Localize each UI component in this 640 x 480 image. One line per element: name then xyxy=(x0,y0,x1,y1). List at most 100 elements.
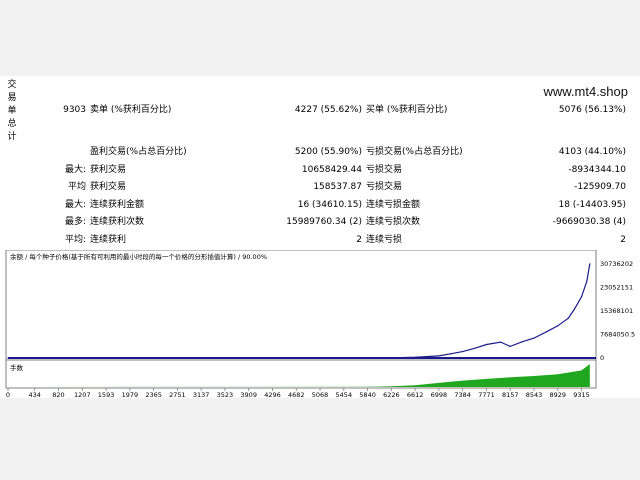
volume-subchart-label: 手数 xyxy=(10,363,24,372)
max-prefix: 最大: xyxy=(64,200,86,210)
balance-point xyxy=(462,350,464,353)
x-tick-label: 4682 xyxy=(288,391,305,399)
average-prefix: 平均 xyxy=(67,182,86,192)
y-tick-label: 0 xyxy=(600,354,604,362)
max-consecutive-profit-label: 连续获利次数 xyxy=(90,217,145,227)
y-tick-label: 7684050.5 xyxy=(600,330,635,338)
watermark-text: www.mt4.shop xyxy=(543,84,628,99)
average-profit-value: 158537.87 xyxy=(313,182,362,192)
balance-point xyxy=(580,296,583,298)
balance-point xyxy=(153,357,155,359)
x-tick-label: 7771 xyxy=(478,391,495,399)
x-tick-label: 820 xyxy=(52,391,64,399)
balance-point xyxy=(105,357,107,359)
balance-point xyxy=(57,357,60,359)
max-consecutive-losses-label: 连续亏损金额 xyxy=(366,200,421,210)
balance-point xyxy=(319,357,321,359)
y-tick-label: 30736202 xyxy=(600,260,633,268)
balance-point xyxy=(366,357,369,359)
avg-consecutive-losses-value: 2 xyxy=(620,235,626,245)
balance-point xyxy=(200,357,202,359)
balance-point xyxy=(343,357,345,359)
max-consecutive-loss-value: -9669030.38 (4) xyxy=(552,217,626,227)
x-tick-label: 5454 xyxy=(336,391,353,399)
balance-point xyxy=(521,341,523,343)
largest-loss-label: 亏损交易 xyxy=(366,165,403,175)
balance-point xyxy=(499,341,502,343)
avg-consecutive-wins-value: 2 xyxy=(356,235,362,245)
x-tick-label: 8157 xyxy=(502,391,519,399)
x-tick-label: 2751 xyxy=(169,391,186,399)
x-tick-label: 3523 xyxy=(217,391,234,399)
balance-point xyxy=(567,317,569,319)
x-tick-label: 0 xyxy=(6,391,10,399)
balance-point xyxy=(533,337,535,339)
balance-point xyxy=(295,357,297,359)
side-label-trade-summary: 交 易 单 总 计 xyxy=(6,79,18,144)
side-label-char: 计 xyxy=(7,132,17,142)
x-tick-label: 5068 xyxy=(312,391,329,399)
x-tick-label: 6612 xyxy=(407,391,424,399)
balance-point xyxy=(573,308,576,310)
x-tick-label: 7384 xyxy=(454,391,471,399)
x-tick-label: 6226 xyxy=(383,391,400,399)
balance-point xyxy=(271,357,274,359)
side-label-char: 单 xyxy=(7,106,17,116)
largest-loss-value: -8934344.10 xyxy=(568,165,626,175)
side-label-char: 交 xyxy=(7,80,17,90)
avg-prefix: 平均: xyxy=(64,235,86,245)
short-positions-label: 卖单 (%获利百分比) xyxy=(90,105,172,115)
long-positions-label: 买单 (%获利百分比) xyxy=(366,105,448,115)
most-prefix: 最多: xyxy=(64,217,86,227)
side-label-char: 总 xyxy=(7,119,17,129)
x-tick-label: 1593 xyxy=(98,391,115,399)
balance-point xyxy=(81,357,83,359)
balance-point xyxy=(129,357,131,359)
x-tick-label: 6998 xyxy=(431,391,448,399)
largest-profit-label: 获利交易 xyxy=(90,165,127,175)
x-tick-label: 8929 xyxy=(549,391,566,399)
balance-point xyxy=(546,331,548,333)
chart-frame xyxy=(5,250,597,389)
balance-point xyxy=(224,357,226,359)
average-profit-label: 获利交易 xyxy=(90,182,127,192)
balance-chart: 余额 / 每个种子价格(基于所有可利用的最小时段的每一个价格的分形插值计算) /… xyxy=(5,250,635,399)
balance-point xyxy=(475,347,477,349)
balance-point xyxy=(248,357,250,359)
x-tick-label: 1979 xyxy=(122,391,139,399)
x-tick-label: 8543 xyxy=(526,391,543,399)
x-tick-label: 2365 xyxy=(145,391,162,399)
balance-point xyxy=(485,343,488,346)
bottom-band xyxy=(0,398,640,480)
balance-point xyxy=(509,345,511,347)
balance-point xyxy=(586,280,588,283)
x-tick-layer: 0 434 820 1207 1593 1979 2365 2751 3137 3523 3909 4… xyxy=(6,388,590,399)
x-tick-label: 1207 xyxy=(74,391,91,399)
x-tick-label: 3909 xyxy=(240,391,257,399)
long-positions-value: 5076 (56.13%) xyxy=(558,105,626,115)
max-consecutive-loss-label: 连续亏损次数 xyxy=(366,217,421,227)
top-band xyxy=(0,0,640,76)
balance-point xyxy=(390,357,392,359)
largest-prefix: 最大: xyxy=(64,165,86,175)
profit-trades-value: 5200 (55.90%) xyxy=(294,147,362,157)
loss-trades-value: 4103 (44.10%) xyxy=(558,147,626,157)
x-tick-label: 3137 xyxy=(193,391,210,399)
balance-point xyxy=(557,325,559,327)
max-consecutive-losses-value: 18 (-14403.95) xyxy=(558,200,626,210)
chart-title: 余额 / 每个种子价格(基于所有可利用的最小时段的每一个价格的分形插值计算) /… xyxy=(10,252,267,261)
y-tick-layer: 30736202 23052151 15368101 7684050.5 0 xyxy=(600,260,635,362)
balance-point xyxy=(450,353,452,355)
balance-point xyxy=(7,357,9,359)
x-tick-label: 5840 xyxy=(359,391,376,399)
balance-point xyxy=(34,357,36,359)
balance-point xyxy=(438,355,440,357)
x-tick-label: 4296 xyxy=(264,391,281,399)
balance-point xyxy=(176,357,178,359)
x-tick-label: 434 xyxy=(29,391,41,399)
x-tick-label: 9315 xyxy=(573,391,590,399)
loss-trades-label: 亏损交易(%占总百分比) xyxy=(366,147,463,157)
side-label-char: 易 xyxy=(7,93,17,103)
max-consecutive-wins-value: 16 (34610.15) xyxy=(297,200,362,210)
balance-point xyxy=(414,356,416,358)
